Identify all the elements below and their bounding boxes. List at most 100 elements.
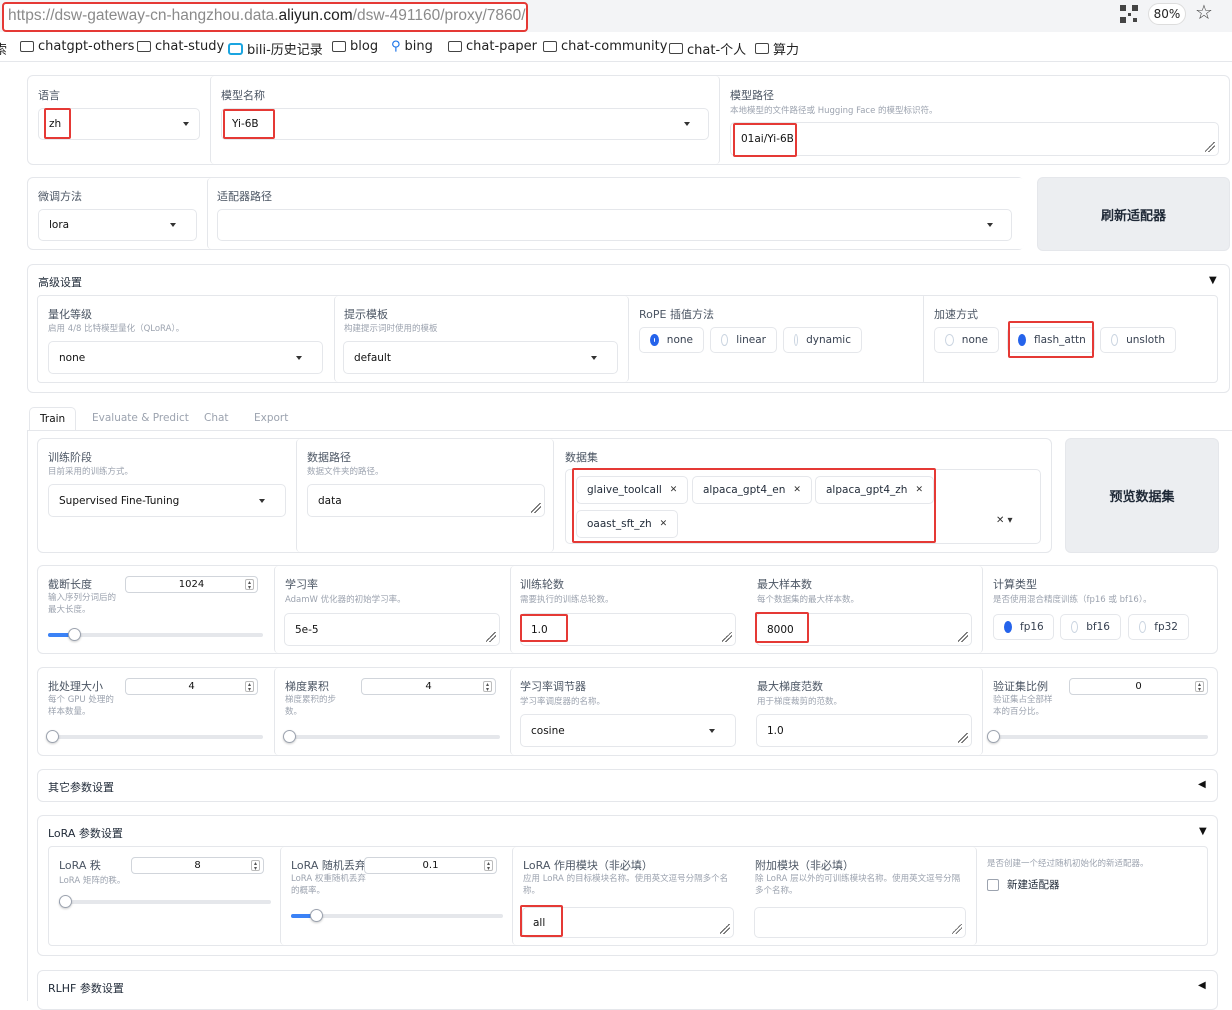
bookmark-item[interactable]: chat-study [137,39,224,54]
tab-train[interactable]: Train [29,407,77,431]
url-prefix: https://dsw-gateway-cn-hangzhou.data. [8,7,279,24]
lr-label: 学习率 [285,578,318,591]
model-path-input[interactable]: 01ai/Yi-6B [730,122,1219,156]
scheduler-select[interactable]: cosine [520,714,736,747]
resize-handle-icon[interactable] [531,503,541,513]
template-select[interactable]: default [343,341,618,374]
data-dir-input[interactable]: data [307,484,545,517]
spinner-icon[interactable]: ▴ ▾ [1195,681,1204,693]
refresh-adapter-button[interactable]: 刷新适配器 [1037,177,1230,251]
rope-option-linear[interactable]: linear [710,327,777,353]
other-params-title[interactable]: 其它参数设置 [48,779,114,795]
spinner-icon[interactable]: ▴ ▾ [251,860,260,872]
bookmark-item[interactable]: chat-个人 [669,39,746,58]
bookmark-item[interactable]: bili-历史记录 [228,39,323,58]
grad-accum-number-input[interactable]: 4 ▴ ▾ [361,678,496,695]
extra-modules-input[interactable] [754,907,966,938]
slider-thumb[interactable] [310,909,323,922]
other-params-accordion[interactable] [37,769,1218,802]
scheduler-value: cosine [531,724,565,737]
stage-select[interactable]: Supervised Fine-Tuning [48,484,286,517]
bookmark-item[interactable]: chat-paper [448,39,537,54]
quant-select[interactable]: none [48,341,323,374]
bookmark-item[interactable]: 索 [0,39,7,58]
tab-evaluate-predict[interactable]: Evaluate & Predict [92,412,189,424]
batch-size-value: 4 [188,681,195,692]
lora-rank-slider[interactable] [59,895,271,908]
val-size-slider[interactable] [987,730,1208,743]
cutoff-slider[interactable] [48,628,263,641]
chevron-down-icon [296,355,302,360]
compute-option-bf16[interactable]: bf16 [1060,614,1121,640]
val-size-number-input[interactable]: 0 ▴ ▾ [1069,678,1208,695]
resize-handle-icon[interactable] [720,924,730,934]
clear-all-icon[interactable]: ✕ ▾ [996,515,1013,526]
accel-option-unsloth[interactable]: unsloth [1100,327,1176,353]
tab-export[interactable]: Export [254,412,288,424]
divider [923,296,924,382]
lora-target-hint: 应用 LoRA 的目标模块名称。使用英文逗号分隔多个名称。 [523,874,729,896]
chevron-down-icon [684,122,690,126]
slider-thumb[interactable] [46,730,59,743]
bookmark-item[interactable]: chatgpt-others [20,39,134,54]
resize-handle-icon[interactable] [486,632,496,642]
compute-option-fp16[interactable]: fp16 [993,614,1054,640]
resize-handle-icon[interactable] [722,632,732,642]
slider-thumb[interactable] [283,730,296,743]
resize-handle-icon[interactable] [1205,142,1215,152]
lora-title[interactable]: LoRA 参数设置 [48,825,123,841]
accel-option-none[interactable]: none [934,327,999,353]
compute-option-fp32[interactable]: fp32 [1128,614,1189,640]
cutoff-value: 1024 [178,579,205,590]
qr-code-icon[interactable] [1120,5,1138,23]
slider-thumb[interactable] [68,628,81,641]
lora-dropout-label: LoRA 随机丢弃 [291,859,366,872]
highlight-box [520,905,563,937]
bookmark-item[interactable]: 算力 [755,39,799,58]
zoom-level-badge[interactable]: 80% [1148,3,1186,25]
address-bar[interactable]: https://dsw-gateway-cn-hangzhou.data.ali… [2,2,528,32]
lora-dropout-slider[interactable] [291,909,503,922]
resize-handle-icon[interactable] [952,924,962,934]
rope-option-none[interactable]: none [639,327,704,353]
bookmark-item[interactable]: blog [332,39,378,54]
adapter-path-select[interactable] [217,209,1012,241]
lora-rank-hint: LoRA 矩阵的秩。 [59,876,126,886]
rope-option-dynamic[interactable]: dynamic [783,327,862,353]
resize-handle-icon[interactable] [958,632,968,642]
spinner-icon[interactable]: ▴ ▾ [245,681,254,693]
spinner-icon[interactable]: ▴ ▾ [483,681,492,693]
tab-chat[interactable]: Chat [204,412,229,424]
slider-thumb[interactable] [59,895,72,908]
url-domain: aliyun.com [278,7,353,24]
collapse-triangle-icon[interactable]: ▼ [1209,275,1217,286]
batch-size-number-input[interactable]: 4 ▴ ▾ [125,678,258,695]
bookmark-label: bili-历史记录 [247,43,323,58]
preview-dataset-button[interactable]: 预览数据集 [1065,438,1219,553]
lora-dropout-number-input[interactable]: 0.1 ▴ ▾ [364,857,497,874]
model-name-select[interactable]: Yi-6B [221,108,709,140]
collapse-triangle-icon[interactable]: ▼ [1199,826,1207,837]
new-adapter-checkbox[interactable]: 新建适配器 [987,877,1060,892]
spinner-icon[interactable]: ▴ ▾ [484,860,493,872]
rlhf-title[interactable]: RLHF 参数设置 [48,980,124,996]
bilibili-icon [228,42,243,55]
checkbox-icon[interactable] [987,878,999,891]
grad-accum-slider[interactable] [283,730,500,743]
expand-triangle-icon[interactable]: ◀ [1198,779,1206,790]
spinner-icon[interactable]: ▴ ▾ [245,579,254,591]
advanced-title[interactable]: 高级设置 [38,274,82,290]
expand-triangle-icon[interactable]: ◀ [1198,980,1206,991]
lr-input[interactable]: 5e-5 [284,613,500,646]
cutoff-number-input[interactable]: 1024 ▴ ▾ [125,576,258,593]
bookmark-item[interactable]: chat-community [543,39,667,54]
bookmark-item[interactable]: ⚲ bing [391,39,433,54]
batch-size-slider[interactable] [46,730,263,743]
star-icon[interactable]: ☆ [1195,0,1213,24]
max-grad-norm-input[interactable]: 1.0 [756,714,972,747]
resize-handle-icon[interactable] [958,733,968,743]
rlhf-accordion[interactable] [37,970,1218,1010]
finetune-method-select[interactable]: lora [38,209,197,241]
lora-rank-number-input[interactable]: 8 ▴ ▾ [131,857,264,874]
slider-thumb[interactable] [987,730,1000,743]
